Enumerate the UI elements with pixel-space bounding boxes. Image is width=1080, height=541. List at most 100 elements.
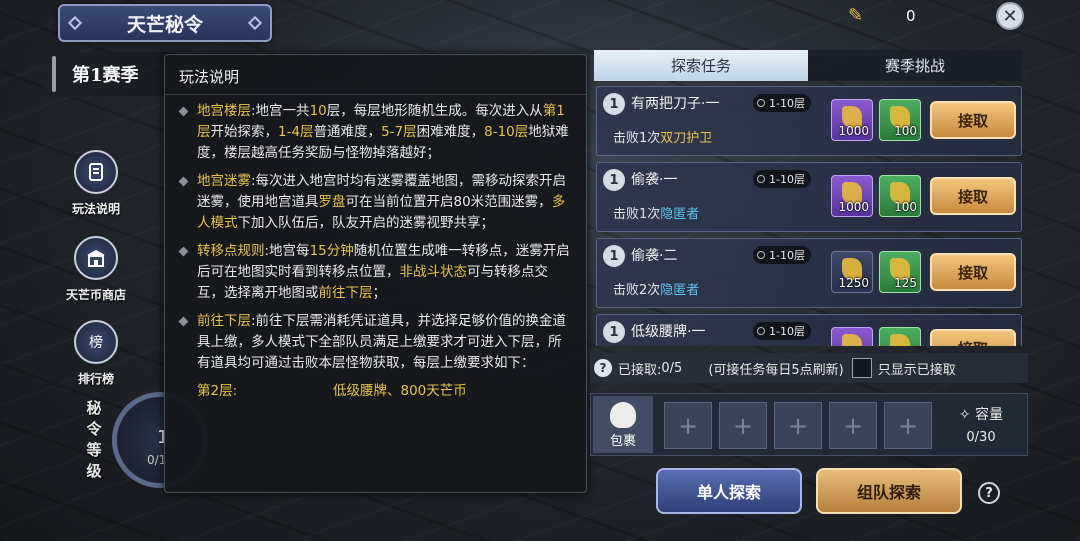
quest-name: 偷袭·二 <box>631 248 678 264</box>
range-text: 1-10层 <box>769 97 805 110</box>
shop-icon <box>74 236 118 280</box>
bullet-icon <box>178 316 189 327</box>
reward-count: 1000 <box>838 200 869 214</box>
bag-slot[interactable]: + <box>884 402 932 449</box>
rule-key: 前往下层 <box>197 313 251 329</box>
capacity: ✧ 容量 0/30 <box>941 404 1021 445</box>
scroll-icon <box>890 334 910 346</box>
accepted-status: ? 已接取: 0/5 (可接任务每日5点刷新) 只显示已接取 <box>590 353 1028 383</box>
close-button[interactable]: ✕ <box>996 2 1024 30</box>
reward-coin[interactable]: 1250 <box>831 251 873 293</box>
rule-text: 下加入队伍后，队友开启的迷雾视野共享； <box>237 215 495 231</box>
rule-highlight: 8-10层 <box>484 124 529 140</box>
bag-slot[interactable]: + <box>829 402 877 449</box>
rules-body: 地宫楼层:地宫一共10层，每层地形随机生成。每次进入从第1层开始探索，1-4层普… <box>165 95 586 402</box>
reward-coin[interactable] <box>831 327 873 346</box>
floor-level: 第2层: <box>197 383 238 399</box>
ranking-glyph: 榜 <box>89 335 103 351</box>
rules-title: 玩法说明 <box>165 55 586 95</box>
quest-item: 1 偷袭·一 1-10层 击败1次隐匿者 1000 100 接取 <box>596 162 1022 232</box>
page-title: 天芒秘令 <box>58 4 272 42</box>
reward-item[interactable]: 100 <box>879 175 921 217</box>
help-button[interactable]: ? <box>978 482 1000 504</box>
rule-text: 可在当前位置开启80米范围迷雾， <box>345 194 552 210</box>
bag-slot[interactable]: + <box>774 402 822 449</box>
reward-count: 100 <box>894 200 917 214</box>
quest-num-icon: 1 <box>603 169 625 191</box>
solo-explore-button[interactable]: 单人探索 <box>656 468 802 514</box>
reward-coin[interactable]: 1000 <box>831 175 873 217</box>
desc-target: 隐匿者 <box>660 207 700 222</box>
rule-highlight: 罗盘 <box>318 194 346 210</box>
location-icon <box>757 327 765 335</box>
only-accepted-checkbox[interactable] <box>851 358 872 378</box>
rule-text: ； <box>372 285 387 301</box>
quest-num-icon: 1 <box>603 245 625 267</box>
reward-item[interactable]: 125 <box>879 251 921 293</box>
rule-highlight: 1-4层 <box>278 124 314 140</box>
nav-rules-button[interactable]: 玩法说明 <box>58 150 134 217</box>
rule-highlight: 5-7层 <box>381 124 417 140</box>
tab-explore-tasks[interactable]: 探索任务 <box>594 50 808 81</box>
reward-coin[interactable]: 1000 <box>831 99 873 141</box>
help-icon[interactable]: ? <box>594 359 612 377</box>
quest-item: 1 有两把刀子·一 1-10层 击败1次双刀护卫 1000 100 接取 <box>596 86 1022 156</box>
location-icon <box>757 175 765 183</box>
help-icon: ? <box>985 485 993 501</box>
quill-plus-icon: ✎ <box>848 5 864 26</box>
currency-display[interactable]: ✎ 0 <box>848 4 954 28</box>
capacity-label-text: 容量 <box>975 407 1004 423</box>
quest-num-icon: 1 <box>603 93 625 115</box>
reward-count: 125 <box>894 276 917 290</box>
floor-req: 低级腰牌、800天芒币 <box>333 383 467 399</box>
reward-item[interactable] <box>879 327 921 346</box>
currency-value: 0 <box>906 7 916 25</box>
bag-label: 包裹 <box>609 434 636 449</box>
quest-desc: 击败1次隐匿者 <box>613 203 699 222</box>
rule-key: 转移点规则 <box>197 243 265 259</box>
season-text: 第1赛季 <box>72 65 139 86</box>
rules-fog: 地宫迷雾:每次进入地宫时均有迷雾覆盖地图，需移动探索开启迷雾，使用地宫道具罗盘可… <box>178 171 572 234</box>
desc-target: 隐匿者 <box>660 283 700 298</box>
nav-ranking-button[interactable]: 榜 排行榜 <box>58 320 134 387</box>
rules-floors: 地宫楼层:地宫一共10层，每层地形随机生成。每次进入从第1层开始探索，1-4层普… <box>178 101 572 164</box>
quest-range: 1-10层 <box>753 322 811 340</box>
accepted-label: 已接取: <box>618 362 662 378</box>
nav-shop-button[interactable]: 天芒币商店 <box>58 236 134 303</box>
location-icon <box>757 251 765 259</box>
team-explore-button[interactable]: 组队探索 <box>816 468 962 514</box>
location-icon <box>757 99 765 107</box>
accept-button[interactable]: 接取 <box>930 253 1016 291</box>
rule-highlight: 15分钟 <box>309 243 354 259</box>
accept-button[interactable]: 接取 <box>930 101 1016 139</box>
desc-target: 双刀护卫 <box>660 131 713 146</box>
accept-button[interactable]: 接取 <box>930 329 1016 346</box>
bullet-icon <box>178 246 189 257</box>
rule-highlight: 非战斗状态 <box>399 264 468 280</box>
accept-button[interactable]: 接取 <box>930 177 1016 215</box>
desc-text: 击败1次 <box>613 207 661 222</box>
capacity-label: ✧ 容量 <box>958 407 1004 423</box>
nav-label: 天芒币商店 <box>65 288 126 302</box>
sword-icon <box>52 56 56 92</box>
rules-popup: 玩法说明 地宫楼层:地宫一共10层，每层地形随机生成。每次进入从第1层开始探索，… <box>164 54 587 493</box>
desc-text: 击败1次 <box>613 131 661 146</box>
rule-text: 层，每层地形随机生成。每次进入从 <box>326 103 543 119</box>
quest-range: 1-10层 <box>753 246 811 264</box>
quest-range: 1-10层 <box>753 94 811 112</box>
quest-list[interactable]: 1 有两把刀子·一 1-10层 击败1次双刀护卫 1000 100 接取 1 偷… <box>594 84 1024 346</box>
bullet-icon <box>178 176 189 187</box>
nav-label: 玩法说明 <box>71 202 120 216</box>
bag-slot[interactable]: + <box>719 402 767 449</box>
desc-text: 击败2次 <box>613 283 661 298</box>
quest-name: 有两把刀子·一 <box>631 96 720 112</box>
scroll-icon <box>74 150 118 194</box>
quest-item: 1 低级腰牌·一 1-10层 接取 <box>596 314 1022 346</box>
bag-slot[interactable]: + <box>664 402 712 449</box>
quest-range: 1-10层 <box>753 170 811 188</box>
rule-text: 普通难度， <box>313 124 382 140</box>
bag-button[interactable]: 包裹 <box>593 396 653 453</box>
tab-season-challenge[interactable]: 赛季挑战 <box>808 50 1022 81</box>
refresh-hint: (可接任务每日5点刷新) <box>708 362 844 378</box>
reward-item[interactable]: 100 <box>879 99 921 141</box>
